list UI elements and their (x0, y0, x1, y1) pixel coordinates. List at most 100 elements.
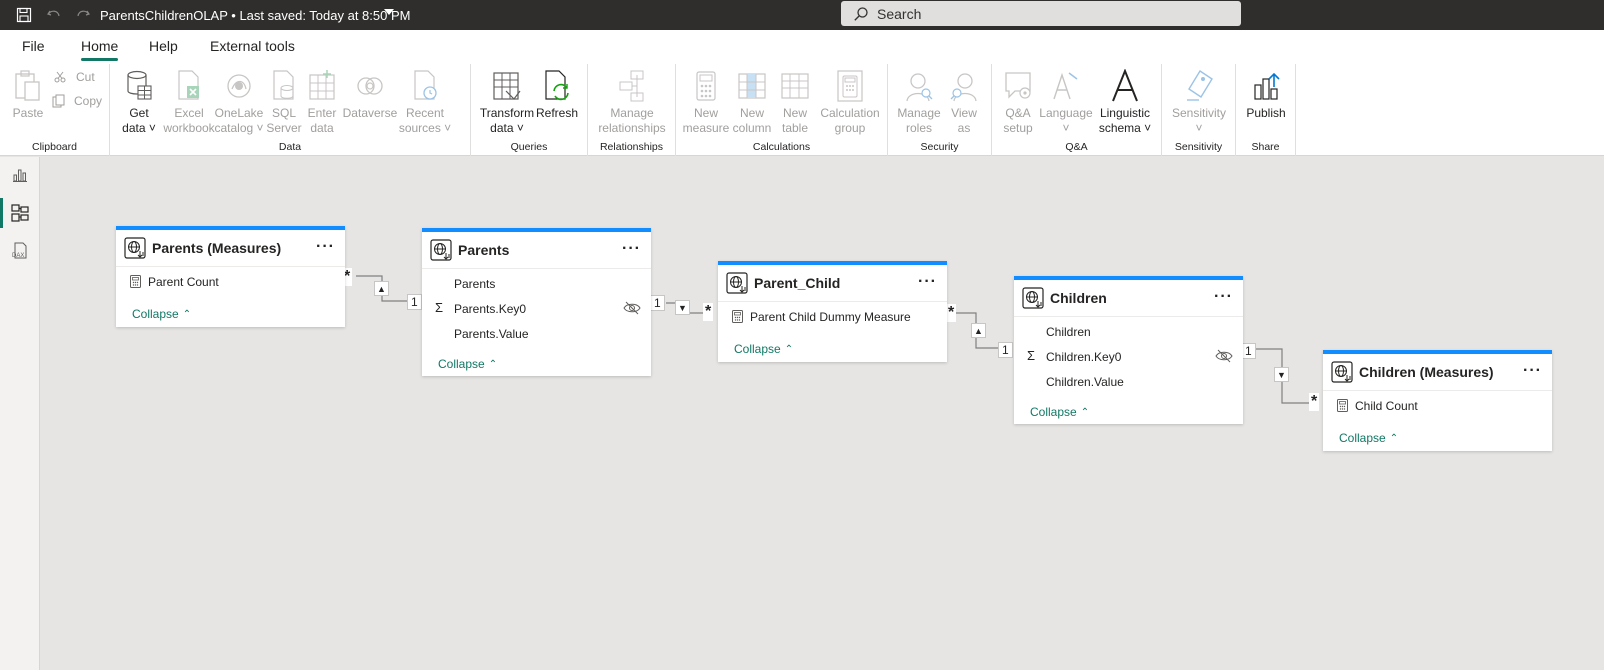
ribbon-group-relationships: Manage relationships Relationships (588, 64, 676, 156)
field-row[interactable]: Parent Child Dummy Measure (718, 304, 947, 329)
model-view-icon (11, 204, 29, 222)
table-card-children-measures[interactable]: Children (Measures) ··· Child Count Coll… (1323, 350, 1552, 451)
get-data-button[interactable]: Get data ˅ (118, 68, 160, 136)
field-row[interactable]: Parents (422, 271, 651, 296)
new-measure-button[interactable]: New measure (682, 68, 730, 136)
onelake-catalog-button[interactable]: OneLake catalog ˅ (214, 68, 264, 136)
search-box[interactable]: Search (841, 1, 1241, 26)
model-view-button[interactable] (0, 195, 40, 231)
more-options-icon[interactable]: ··· (1523, 362, 1542, 380)
enter-data-icon (305, 68, 339, 104)
new-column-button[interactable]: New column (730, 68, 774, 136)
transform-data-button[interactable]: Transform data ˅ (479, 68, 535, 136)
rel1-direction-arrow[interactable]: ▲ (374, 281, 389, 296)
enter-data-button[interactable]: Enter data (304, 68, 340, 136)
transform-data-label: Transform data ˅ (479, 106, 535, 135)
linguistic-schema-button[interactable]: Linguistic schema ˅ (1094, 68, 1156, 136)
new-column-icon (735, 68, 769, 104)
sigma-icon: Σ (435, 300, 444, 315)
field-row[interactable]: Parents.Value (422, 321, 651, 346)
copy-button[interactable]: Copy (52, 94, 102, 108)
excel-workbook-button[interactable]: Excel workbook (162, 68, 216, 136)
copy-icon (52, 94, 65, 108)
manage-roles-button[interactable]: Manage roles (896, 68, 942, 136)
refresh-icon (540, 68, 574, 104)
table-card-parents-measures[interactable]: Parents (Measures) ··· Parent Count Coll… (116, 226, 345, 327)
table-card-children[interactable]: Children ··· Children Σ Children.Key0 Ch… (1014, 276, 1243, 424)
report-view-button[interactable] (0, 157, 40, 193)
rel3-direction-arrow[interactable]: ▲ (971, 323, 986, 338)
save-icon[interactable] (14, 5, 34, 25)
field-row[interactable]: Σ Parents.Key0 (422, 296, 651, 321)
share-group-label: Share (1251, 141, 1280, 153)
dataverse-button[interactable]: Dataverse (342, 68, 398, 121)
new-table-button[interactable]: New table (774, 68, 816, 136)
tab-file[interactable]: File (22, 38, 45, 54)
collapse-label: Collapse (734, 342, 781, 356)
calculations-group-label: Calculations (752, 141, 811, 153)
ribbon-group-security: Manage roles View as Security (888, 64, 992, 156)
rel2-direction-arrow[interactable]: ▼ (675, 300, 690, 315)
measure-calculator-icon (732, 310, 743, 323)
calculation-group-button[interactable]: Calculation group (816, 68, 884, 136)
field-name: Children (1046, 324, 1091, 339)
table-title: Children (Measures) (1359, 364, 1494, 380)
table-header[interactable]: Parents ··· (422, 232, 651, 269)
dax-query-view-button[interactable]: DAX (0, 233, 40, 269)
field-row[interactable]: Parent Count (116, 269, 345, 294)
field-row[interactable]: Children.Value (1014, 369, 1243, 394)
linguistic-schema-icon (1108, 68, 1142, 104)
field-row[interactable]: Σ Children.Key0 (1014, 344, 1243, 369)
manage-relationships-button[interactable]: Manage relationships (592, 68, 672, 136)
eye-hidden-icon[interactable] (623, 301, 641, 315)
redo-icon[interactable] (73, 5, 93, 25)
eye-hidden-icon[interactable] (1215, 349, 1233, 363)
paste-button[interactable]: Paste (10, 68, 46, 121)
rel4-direction-arrow[interactable]: ▼ (1274, 367, 1289, 382)
tab-home[interactable]: Home (81, 38, 119, 61)
collapse-button[interactable]: Collapse ⌃ (422, 348, 651, 380)
qa-group-label: Q&A (1065, 141, 1088, 153)
collapse-button[interactable]: Collapse ⌃ (1323, 422, 1552, 454)
table-header[interactable]: Children (Measures) ··· (1323, 354, 1552, 391)
data-group-label: Data (278, 141, 302, 153)
view-as-button[interactable]: View as (944, 68, 984, 136)
tab-external-tools[interactable]: External tools (210, 38, 295, 54)
publish-button[interactable]: Publish (1242, 68, 1290, 121)
recent-sources-icon (408, 68, 442, 104)
rel3-many-label: * (946, 304, 957, 322)
table-card-parents[interactable]: Parents ··· Parents Σ Parents.Key0 Paren… (422, 228, 651, 376)
field-row[interactable]: Child Count (1323, 393, 1552, 418)
qa-setup-button[interactable]: Q&A setup (998, 68, 1038, 136)
sql-server-button[interactable]: SQL Server (266, 68, 302, 136)
more-options-icon[interactable]: ··· (316, 238, 335, 256)
collapse-button[interactable]: Collapse ⌃ (718, 333, 947, 365)
view-as-icon (947, 68, 981, 104)
rel4-many-label: * (1309, 393, 1320, 411)
cut-button[interactable]: Cut (54, 70, 95, 84)
table-card-parent-child[interactable]: Parent_Child ··· Parent Child Dummy Meas… (718, 261, 947, 362)
table-header[interactable]: Parent_Child ··· (718, 265, 947, 302)
collapse-button[interactable]: Collapse ⌃ (1014, 396, 1243, 428)
model-canvas[interactable]: * ▲ 1 1 ▼ * * ▲ 1 1 ▼ * Parents (Measure… (40, 157, 1604, 670)
more-options-icon[interactable]: ··· (622, 240, 641, 258)
table-header[interactable]: Children ··· (1014, 280, 1243, 317)
sensitivity-button[interactable]: Sensitivity ˅ (1166, 68, 1232, 136)
recent-sources-button[interactable]: Recent sources ˅ (398, 68, 452, 136)
cut-icon (54, 71, 66, 83)
collapse-button[interactable]: Collapse ⌃ (116, 298, 345, 330)
undo-icon[interactable] (44, 5, 64, 25)
language-button[interactable]: Language ˅ (1036, 68, 1096, 136)
refresh-button[interactable]: Refresh (535, 68, 579, 121)
rel4-one-label: 1 (1241, 343, 1256, 359)
table-header[interactable]: Parents (Measures) ··· (116, 230, 345, 267)
measure-calculator-icon (130, 275, 141, 288)
more-options-icon[interactable]: ··· (918, 273, 937, 291)
title-dropdown-icon[interactable] (384, 9, 394, 15)
more-options-icon[interactable]: ··· (1214, 288, 1233, 306)
ribbon-group-data: Get data ˅ Excel workbook OneLake catalo… (110, 64, 471, 156)
tab-help[interactable]: Help (149, 38, 178, 54)
field-row[interactable]: Children (1014, 319, 1243, 344)
paste-icon (11, 68, 45, 104)
calculation-group-icon (833, 68, 867, 104)
